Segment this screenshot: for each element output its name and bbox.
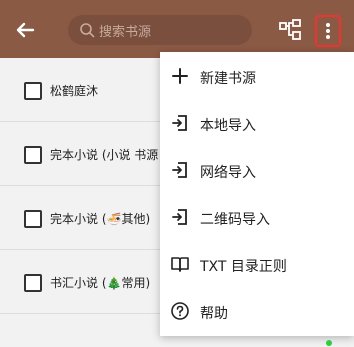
group-tree-icon[interactable] [278,18,302,42]
search-input[interactable]: 搜索书源 [68,15,252,45]
menu-item-new-source[interactable]: 新建书源 [160,54,354,100]
menu-item-local-import[interactable]: 本地导入 [160,101,354,147]
search-icon [80,23,95,38]
more-vert-icon [326,23,330,27]
plus-icon [172,68,188,84]
import-icon [172,162,187,178]
menu-item-help[interactable]: 帮助 [160,289,354,335]
status-indicator [326,340,332,346]
source-name: 完本小说 (小说 书源 [50,148,159,162]
import-icon [172,209,187,225]
source-name: 松鹤庭沐 [50,84,99,98]
source-checkbox[interactable] [24,146,42,164]
source-name: 完本小说 (🍜其他) [50,212,151,226]
menu-item-network-import[interactable]: 网络导入 [160,148,354,194]
import-icon [172,115,187,131]
book-icon [171,257,189,272]
source-checkbox[interactable] [24,210,42,228]
source-checkbox[interactable] [24,82,42,100]
back-arrow-icon[interactable] [12,17,38,43]
top-app-bar: 搜索书源 [0,0,354,58]
search-placeholder: 搜索书源 [99,24,152,40]
more-options-button[interactable] [315,15,341,47]
overflow-menu: 新建书源 本地导入 网络导入 二维码导入 TXT 目录正则 帮助 [160,52,354,336]
help-icon [171,302,189,320]
menu-item-qrcode-import[interactable]: 二维码导入 [160,195,354,241]
source-checkbox[interactable] [24,274,42,292]
source-name: 书汇小说 (🎄常用) [50,276,151,290]
menu-item-txt-toc-regex[interactable]: TXT 目录正则 [160,242,354,288]
